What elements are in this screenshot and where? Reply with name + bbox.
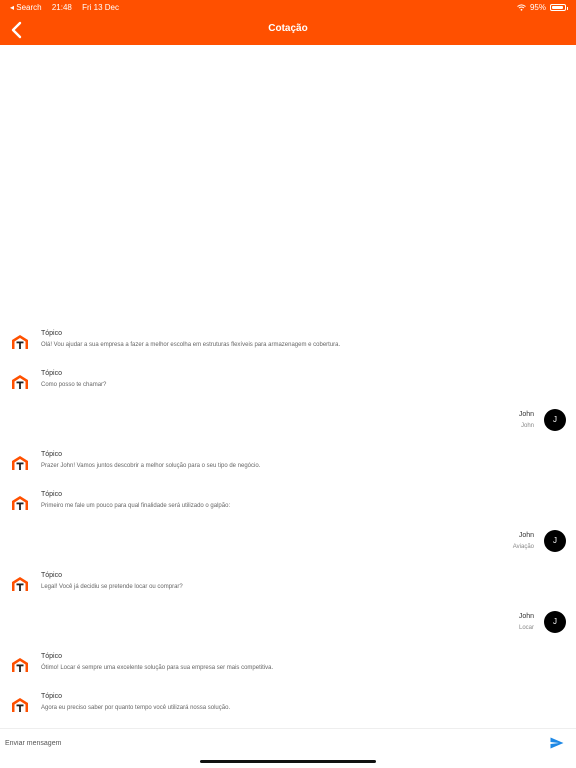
bot-message: Tópico Primeiro me fale um pouco para qua… [0, 488, 576, 528]
message-text: Olá! Vou ajudar a sua empresa a fazer a … [41, 342, 341, 348]
message-text: Primeiro me fale um pouco para qual fina… [41, 503, 231, 509]
bot-message: Tópico Como posso te chamar? [0, 367, 576, 407]
status-bar: ◂ Search 21:48 Fri 13 Dec 95% [0, 0, 576, 14]
message-sender-name: John [518, 532, 534, 539]
message-sender-name: Tópico [41, 370, 63, 377]
chat-area[interactable]: Tópico Olá! Vou ajudar a sua empresa a fa… [0, 45, 576, 728]
navigation-bar: Cotação [0, 14, 576, 45]
message-sender-name: John [518, 411, 534, 418]
status-back-to-search[interactable]: ◂ Search [10, 3, 42, 12]
send-icon[interactable] [550, 737, 564, 749]
message-text: Aviação [512, 544, 534, 550]
status-time: 21:48 [51, 3, 72, 12]
home-indicator [200, 760, 376, 763]
user-message: J John Aviação [0, 529, 576, 569]
wifi-icon [517, 4, 526, 11]
status-date: Fri 13 Dec [82, 3, 119, 12]
message-sender-name: Tópico [41, 330, 63, 337]
message-text: John [520, 423, 534, 429]
topico-logo-icon [11, 373, 29, 391]
message-text: Como posso te chamar? [41, 382, 107, 388]
top-bar: ◂ Search 21:48 Fri 13 Dec 95% Cotação [0, 0, 576, 45]
topico-logo-icon [11, 696, 29, 714]
message-text: Agora eu preciso saber por quanto tempo … [41, 705, 231, 711]
message-sender-name: John [518, 613, 534, 620]
bot-message: Tópico Prazer John! Vamos juntos descobri… [0, 448, 576, 488]
bot-message: Tópico Ótimo! Locar é sempre uma excelent… [0, 650, 576, 690]
user-message: J John Locar [0, 610, 576, 650]
battery-percent: 95% [529, 3, 546, 12]
message-sender-name: Tópico [41, 491, 63, 498]
topico-logo-icon [11, 454, 29, 472]
message-text: Legal! Você já decidiu se pretende locar… [41, 584, 183, 590]
message-sender-name: Tópico [41, 572, 63, 579]
bot-message: Tópico Agora eu preciso saber por quanto … [0, 690, 576, 730]
message-input[interactable] [5, 735, 525, 751]
bot-message: Tópico Olá! Vou ajudar a sua empresa a fa… [0, 327, 576, 367]
page-title: Cotação [268, 23, 308, 34]
battery-icon [550, 4, 568, 11]
message-text: Prazer John! Vamos juntos descobrir a me… [41, 463, 261, 469]
message-sender-name: Tópico [41, 653, 63, 660]
user-avatar: J [544, 611, 566, 633]
user-avatar: J [544, 530, 566, 552]
message-text: Ótimo! Locar é sempre uma excelente solu… [41, 665, 274, 671]
user-avatar: J [544, 409, 566, 431]
bot-message: Tópico Legal! Você já decidiu se pretende… [0, 569, 576, 609]
topico-logo-icon [11, 333, 29, 351]
topico-logo-icon [11, 656, 29, 674]
topico-logo-icon [11, 494, 29, 512]
message-text: Locar [518, 625, 534, 631]
message-sender-name: Tópico [41, 451, 63, 458]
topico-logo-icon [11, 575, 29, 593]
message-sender-name: Tópico [41, 693, 63, 700]
user-message: J John John [0, 408, 576, 448]
